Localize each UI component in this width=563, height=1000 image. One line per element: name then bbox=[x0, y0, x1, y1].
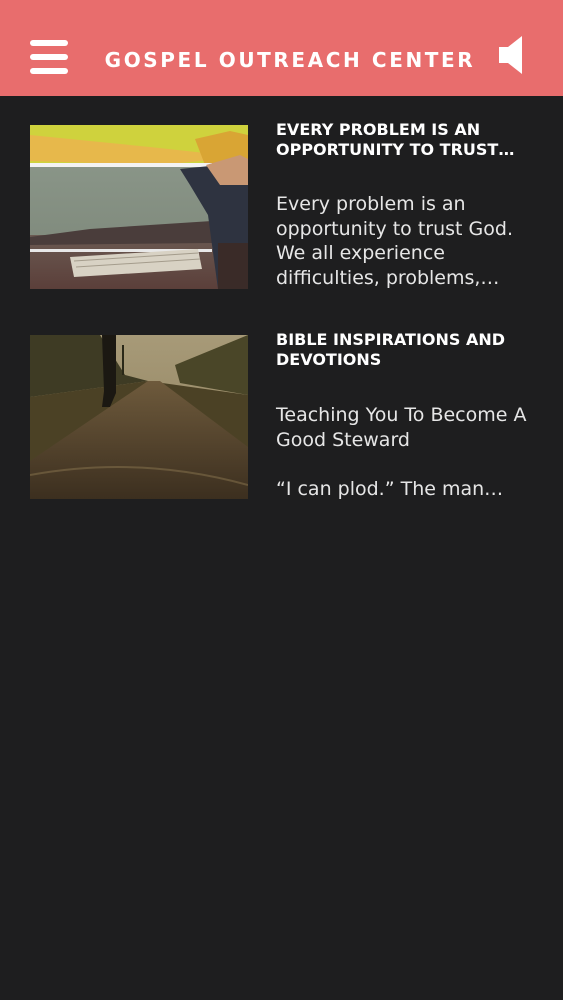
article-thumbnail-country-road-walker bbox=[30, 335, 248, 499]
app-title: GOSPEL OUTREACH CENTER bbox=[104, 48, 476, 72]
app-screen: GOSPEL OUTREACH CENTER EVERY PROBLEM IS … bbox=[0, 0, 563, 1000]
article-title: EVERY PROBLEM IS AN OPPORTUNITY TO TRUST… bbox=[276, 120, 515, 159]
article-list-item[interactable]: EVERY PROBLEM IS AN OPPORTUNITY TO TRUST… bbox=[0, 120, 563, 300]
app-header: GOSPEL OUTREACH CENTER bbox=[0, 0, 563, 96]
article-thumbnail-person-holding-bible bbox=[30, 125, 248, 289]
article-excerpt: Every problem is an opportunity to trust… bbox=[276, 193, 513, 289]
article-excerpt: Teaching You To Become A Good Steward “I… bbox=[276, 404, 527, 500]
speaker-icon[interactable] bbox=[497, 34, 529, 76]
article-list-item[interactable]: BIBLE INSPIRATIONS AND DEVOTIONS Teachin… bbox=[0, 330, 563, 510]
hamburger-menu-icon[interactable] bbox=[30, 40, 70, 74]
article-title: BIBLE INSPIRATIONS AND DEVOTIONS bbox=[276, 330, 506, 369]
